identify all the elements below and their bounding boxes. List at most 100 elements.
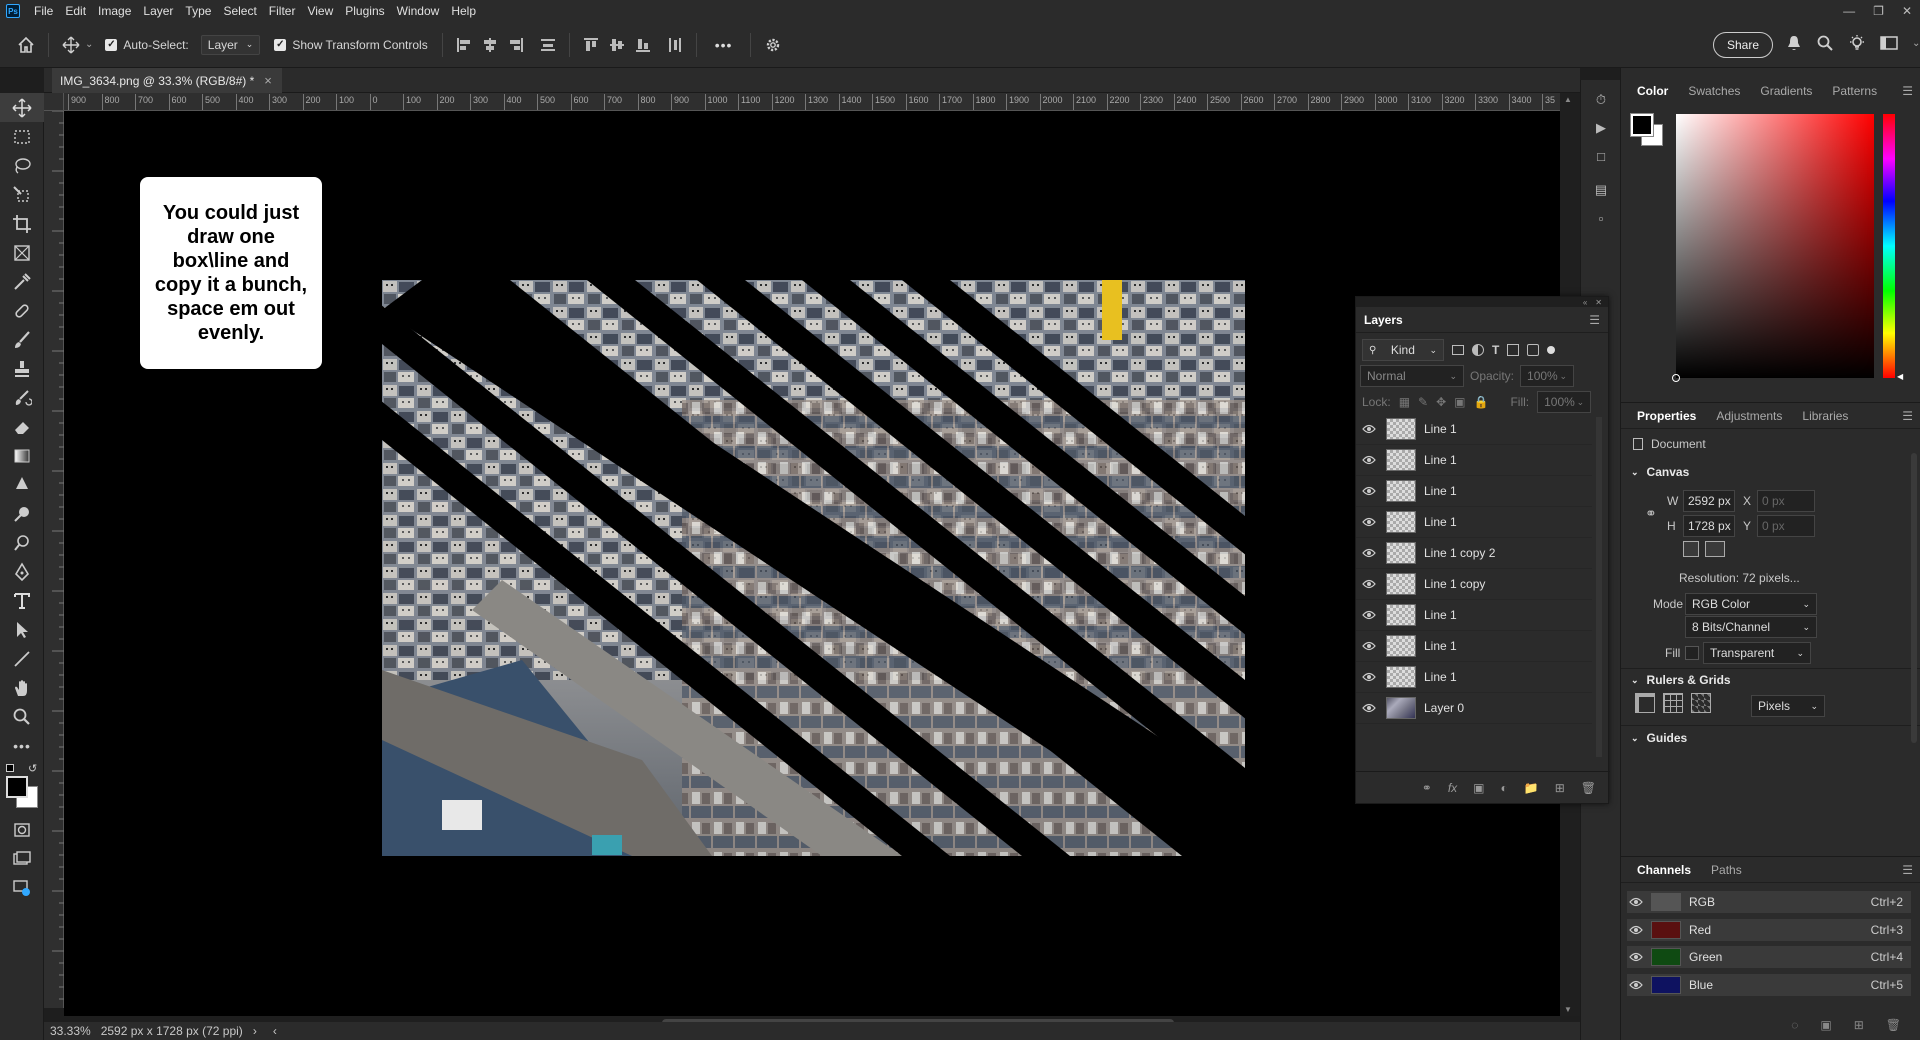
marquee-tool-icon[interactable] bbox=[0, 122, 44, 151]
layer-row[interactable]: Line 1 bbox=[1356, 476, 1592, 507]
tab-paths[interactable]: Paths bbox=[1701, 857, 1752, 883]
visibility-eye-icon[interactable] bbox=[1356, 703, 1382, 713]
menu-filter[interactable]: Filter bbox=[263, 0, 302, 22]
align-center-icon[interactable] bbox=[477, 32, 503, 58]
pixel-grid-toggle-icon[interactable] bbox=[1691, 693, 1711, 713]
tab-gradients[interactable]: Gradients bbox=[1750, 78, 1822, 104]
align-top-icon[interactable] bbox=[578, 32, 604, 58]
scroll-down-icon[interactable]: ▼ bbox=[1564, 1005, 1572, 1014]
visibility-eye-icon[interactable] bbox=[1356, 424, 1382, 434]
hue-slider[interactable] bbox=[1883, 114, 1895, 378]
color-field[interactable] bbox=[1676, 114, 1874, 378]
adjustment-layer-icon[interactable]: ◐ bbox=[1501, 781, 1508, 795]
panel-menu-icon[interactable]: ☰ bbox=[1902, 84, 1913, 98]
path-selection-tool-icon[interactable] bbox=[0, 615, 44, 644]
panel-menu-icon[interactable]: ☰ bbox=[1589, 313, 1600, 327]
tab-adjustments[interactable]: Adjustments bbox=[1706, 403, 1792, 429]
visibility-eye-icon[interactable] bbox=[1627, 952, 1645, 962]
visibility-eye-icon[interactable] bbox=[1356, 548, 1382, 558]
layer-row[interactable]: Line 1 bbox=[1356, 414, 1592, 445]
link-icon[interactable]: ⚭ bbox=[1645, 505, 1657, 522]
layer-name[interactable]: Layer 0 bbox=[1424, 701, 1464, 715]
lock-transparent-icon[interactable]: ▦ bbox=[1399, 395, 1410, 409]
type-tool-icon[interactable] bbox=[0, 586, 44, 615]
visibility-eye-icon[interactable] bbox=[1627, 980, 1645, 990]
eyedropper-tool-icon[interactable] bbox=[0, 267, 44, 296]
healing-brush-tool-icon[interactable] bbox=[0, 296, 44, 325]
minimize-icon[interactable]: — bbox=[1843, 4, 1855, 18]
history-brush-tool-icon[interactable] bbox=[0, 383, 44, 412]
panel-menu-icon[interactable]: ☰ bbox=[1902, 409, 1913, 423]
filter-adjustment-icon[interactable] bbox=[1472, 344, 1484, 356]
close-tab-icon[interactable]: × bbox=[264, 73, 272, 88]
layer-row[interactable]: Line 1 bbox=[1356, 507, 1592, 538]
dodge-tool-icon[interactable] bbox=[0, 499, 44, 528]
properties-scrollbar[interactable] bbox=[1911, 453, 1917, 743]
search-icon[interactable] bbox=[1816, 34, 1834, 52]
load-selection-icon[interactable]: ◌ bbox=[1791, 1018, 1798, 1032]
restore-icon[interactable]: ❐ bbox=[1873, 4, 1884, 18]
layer-name[interactable]: Line 1 bbox=[1424, 639, 1457, 653]
menu-help[interactable]: Help bbox=[445, 0, 482, 22]
gradient-tool-icon[interactable] bbox=[0, 441, 44, 470]
menu-layer[interactable]: Layer bbox=[137, 0, 179, 22]
lightbulb-icon[interactable] bbox=[1848, 34, 1866, 52]
foreground-color[interactable] bbox=[1630, 113, 1654, 137]
default-colors-icon[interactable] bbox=[6, 764, 14, 772]
share-for-review-icon[interactable] bbox=[0, 873, 44, 902]
filter-smart-object-icon[interactable] bbox=[1527, 344, 1540, 356]
lock-artboard-icon[interactable]: ▣ bbox=[1454, 395, 1465, 409]
layer-name[interactable]: Line 1 bbox=[1424, 608, 1457, 622]
align-left-icon[interactable] bbox=[451, 32, 477, 58]
channel-row[interactable]: Blue Ctrl+5 bbox=[1627, 973, 1911, 996]
layer-name[interactable]: Line 1 copy 2 bbox=[1424, 546, 1495, 560]
layer-name[interactable]: Line 1 bbox=[1424, 453, 1457, 467]
home-icon[interactable] bbox=[12, 31, 40, 59]
visibility-eye-icon[interactable] bbox=[1356, 579, 1382, 589]
rulers-grids-section[interactable]: ⌄ Rulers & Grids bbox=[1631, 673, 1731, 687]
visibility-eye-icon[interactable] bbox=[1627, 897, 1645, 907]
menu-plugins[interactable]: Plugins bbox=[339, 0, 390, 22]
move-tool-preset-icon[interactable] bbox=[57, 31, 85, 59]
gear-icon[interactable] bbox=[759, 31, 787, 59]
visibility-eye-icon[interactable] bbox=[1356, 455, 1382, 465]
menu-window[interactable]: Window bbox=[391, 0, 446, 22]
panel-menu-icon[interactable]: ☰ bbox=[1902, 863, 1913, 877]
link-layers-icon[interactable]: ⚭ bbox=[1422, 781, 1432, 795]
bell-icon[interactable] bbox=[1786, 34, 1802, 52]
visibility-eye-icon[interactable] bbox=[1356, 641, 1382, 651]
fx-icon[interactable]: fx bbox=[1448, 781, 1457, 795]
lock-pixels-icon[interactable]: ✎ bbox=[1418, 395, 1428, 409]
clone-stamp-tool-icon[interactable] bbox=[0, 354, 44, 383]
tab-color[interactable]: Color bbox=[1627, 78, 1678, 104]
status-menu-arrow[interactable]: › bbox=[253, 1024, 257, 1038]
more-options-icon[interactable]: ••• bbox=[715, 37, 733, 53]
channel-row[interactable]: Red Ctrl+3 bbox=[1627, 918, 1911, 941]
auto-select-target-dropdown[interactable]: Layer ⌄ bbox=[200, 34, 261, 55]
menu-view[interactable]: View bbox=[301, 0, 339, 22]
portrait-orientation-icon[interactable] bbox=[1683, 541, 1699, 557]
layers-title[interactable]: Layers bbox=[1364, 313, 1403, 327]
add-mask-icon[interactable]: ▣ bbox=[1473, 781, 1484, 795]
save-selection-icon[interactable]: ▣ bbox=[1820, 1018, 1831, 1032]
channel-row[interactable]: RGB Ctrl+2 bbox=[1627, 891, 1911, 913]
share-button[interactable]: Share bbox=[1713, 32, 1773, 58]
blur-tool-icon[interactable] bbox=[0, 470, 44, 499]
units-dropdown[interactable]: Pixels ⌄ bbox=[1751, 695, 1825, 717]
grid-toggle-icon[interactable] bbox=[1663, 693, 1683, 713]
chevron-down-icon[interactable]: ⌄ bbox=[85, 39, 93, 50]
chevron-down-icon[interactable]: ⌄ bbox=[1912, 38, 1920, 49]
auto-select-checkbox[interactable]: ✓ Auto-Select: bbox=[105, 38, 189, 52]
layer-name[interactable]: Line 1 bbox=[1424, 422, 1457, 436]
filter-shape-icon[interactable] bbox=[1507, 344, 1520, 356]
move-tool-icon[interactable] bbox=[0, 93, 44, 122]
align-bottom-icon[interactable] bbox=[630, 32, 656, 58]
lock-position-icon[interactable]: ✥ bbox=[1436, 395, 1446, 409]
quick-mask-icon[interactable] bbox=[0, 815, 44, 844]
height-input[interactable]: 1728 px bbox=[1683, 515, 1735, 537]
filter-pixel-icon[interactable] bbox=[1452, 345, 1464, 355]
document-image[interactable] bbox=[382, 280, 1245, 856]
visibility-eye-icon[interactable] bbox=[1356, 672, 1382, 682]
layer-row[interactable]: Line 1 copy bbox=[1356, 569, 1592, 600]
menu-file[interactable]: File bbox=[28, 0, 59, 22]
